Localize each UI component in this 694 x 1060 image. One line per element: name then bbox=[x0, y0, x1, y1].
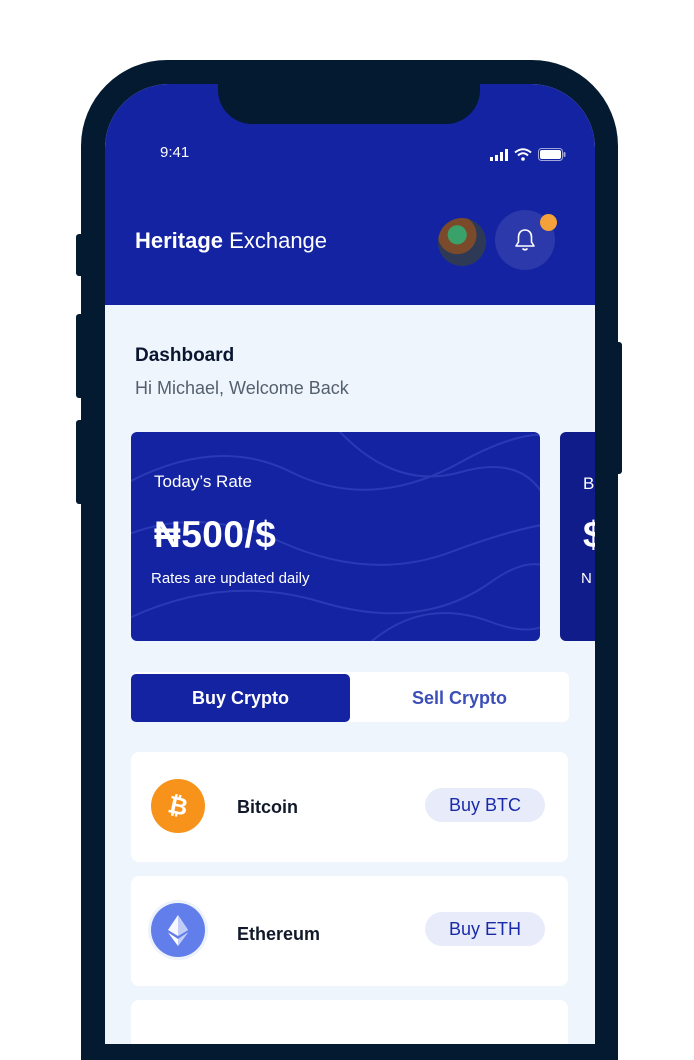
list-item-next[interactable] bbox=[131, 1000, 568, 1044]
list-item-ethereum[interactable]: Ethereum Buy ETH bbox=[131, 876, 568, 986]
brand-bold: Heritage bbox=[135, 228, 224, 253]
coin-name-ethereum: Ethereum bbox=[237, 924, 321, 944]
buy-eth-button[interactable]: Buy ETH bbox=[425, 912, 545, 946]
battery-icon bbox=[538, 148, 566, 161]
rate-label: Today’s Rate bbox=[154, 472, 252, 491]
coin-name-bitcoin: Bitcoin bbox=[237, 797, 298, 817]
buy-btc-button[interactable]: Buy BTC bbox=[425, 788, 545, 822]
status-icons bbox=[490, 148, 566, 161]
secondary-card-label: B bbox=[583, 474, 595, 493]
page-title: Dashboard bbox=[135, 345, 235, 366]
rate-value: ₦500/$ bbox=[154, 514, 277, 555]
list-item-bitcoin[interactable]: ₿ Bitcoin Buy BTC bbox=[131, 752, 568, 862]
brand-rest: Exchange bbox=[229, 228, 328, 253]
secondary-card-note: N bbox=[581, 570, 592, 587]
secondary-card-value: $ bbox=[583, 514, 595, 555]
avatar[interactable] bbox=[438, 218, 486, 266]
trade-toggle: Buy Crypto Sell Crypto bbox=[131, 672, 569, 722]
bell-icon bbox=[515, 229, 535, 251]
phone-notch bbox=[218, 60, 480, 124]
tab-buy-crypto[interactable]: Buy Crypto bbox=[131, 674, 350, 722]
rate-note: Rates are updated daily bbox=[151, 570, 310, 587]
bitcoin-icon: ₿ bbox=[151, 779, 205, 833]
svg-text:₿: ₿ bbox=[166, 791, 191, 821]
signal-icon bbox=[490, 148, 508, 161]
status-time: 9:41 bbox=[160, 144, 190, 161]
notification-badge bbox=[540, 214, 557, 231]
ethereum-icon bbox=[151, 903, 205, 957]
tab-sell-crypto[interactable]: Sell Crypto bbox=[350, 674, 569, 722]
rate-card[interactable]: Today’s Rate ₦500/$ Rates are updated da… bbox=[131, 432, 540, 641]
app-screen: 9:41 Heritage Exchange Dashboard Hi Mich… bbox=[105, 84, 595, 1044]
app-brand: Heritage Exchange bbox=[135, 228, 327, 254]
welcome-text: Hi Michael, Welcome Back bbox=[135, 378, 349, 398]
secondary-card[interactable]: B $ N bbox=[560, 432, 595, 641]
wifi-icon bbox=[514, 148, 532, 161]
